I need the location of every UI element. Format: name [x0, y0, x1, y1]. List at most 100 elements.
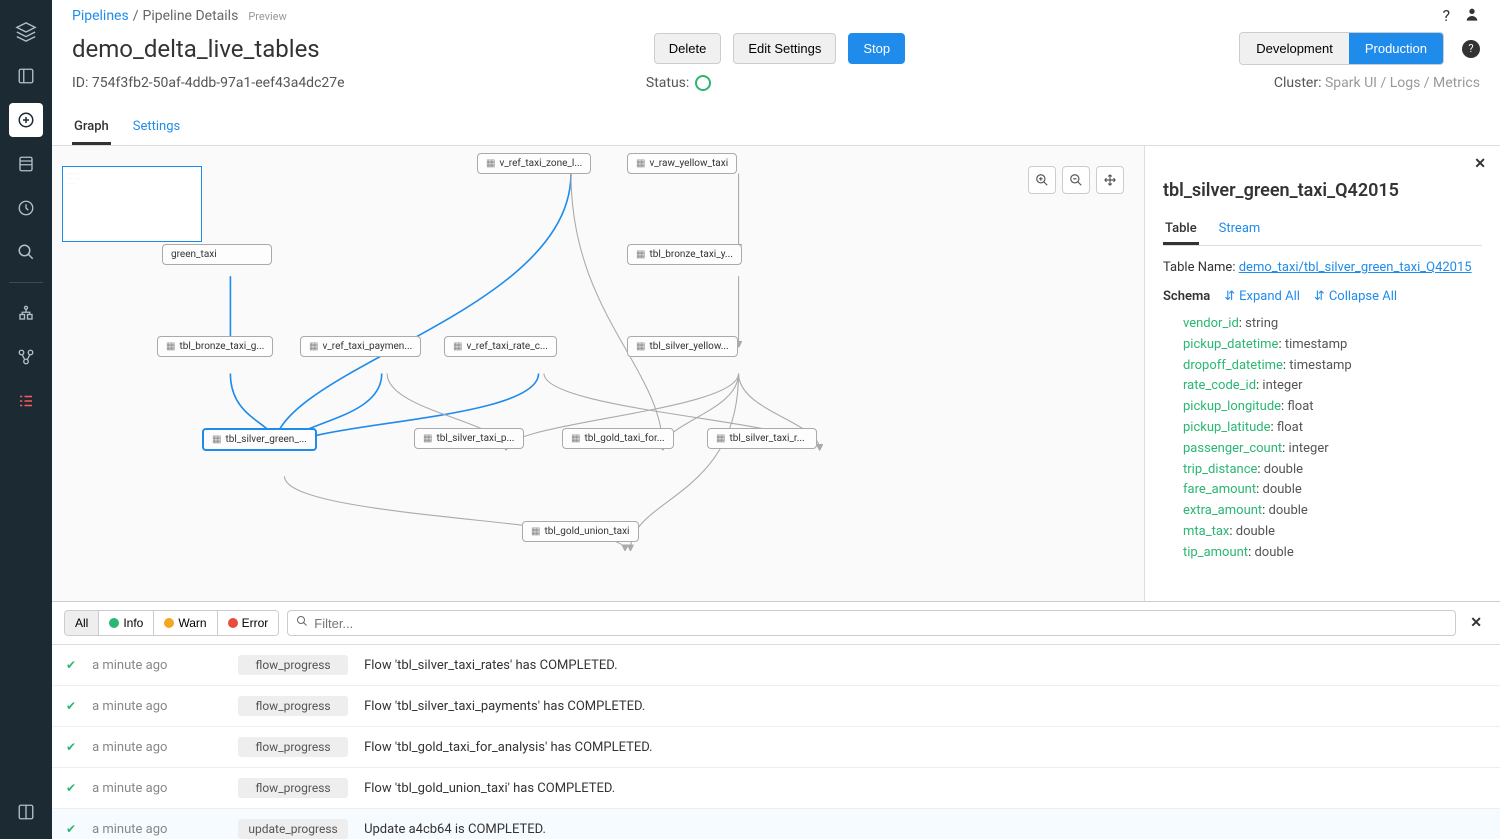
log-message: Flow 'tbl_silver_taxi_rates' has COMPLET…: [364, 658, 618, 673]
schema-column[interactable]: rate_code_id: integer: [1183, 376, 1482, 397]
log-row[interactable]: ✔a minute agoupdate_progressUpdate a4cb6…: [52, 809, 1500, 839]
fit-button[interactable]: [1096, 166, 1124, 194]
node-ref-payment[interactable]: ▦v_ref_taxi_paymen...: [300, 336, 421, 357]
page-title: demo_delta_live_tables: [72, 35, 320, 63]
details-title: tbl_silver_green_taxi_Q42015: [1163, 180, 1482, 201]
dev-mode-button[interactable]: Development: [1240, 33, 1349, 64]
help-icon[interactable]: ?: [1442, 6, 1450, 26]
node-silver-green[interactable]: ▦tbl_silver_green_...: [202, 428, 317, 451]
status: Status:: [646, 75, 711, 91]
log-time: a minute ago: [92, 658, 222, 673]
collapse-all-button[interactable]: ⇵ Collapse All: [1314, 289, 1397, 304]
schema-column[interactable]: fare_amount: double: [1183, 480, 1482, 501]
log-message: Update a4cb64 is COMPLETED.: [364, 822, 546, 837]
sidebar-item-2[interactable]: [9, 147, 43, 181]
schema-list: vendor_id: stringpickup_datetime: timest…: [1163, 314, 1482, 564]
node-ref-rate[interactable]: ▦v_ref_taxi_rate_c...: [444, 336, 557, 357]
log-time: a minute ago: [92, 740, 222, 755]
zoom-in-button[interactable]: [1028, 166, 1056, 194]
log-row[interactable]: ✔a minute agoflow_progressFlow 'tbl_gold…: [52, 727, 1500, 768]
pipeline-id: ID: 754f3fb2-50af-4ddb-97a1-eef43a4dc27e: [72, 75, 345, 91]
node-silver-taxi-r[interactable]: ▦tbl_silver_taxi_r...: [707, 428, 817, 449]
close-logs-button[interactable]: ✕: [1464, 615, 1488, 631]
minimap[interactable]: · · · · · ·· · · · · · ·· · · · ·: [62, 166, 202, 242]
schema-label: Schema: [1163, 289, 1210, 304]
table-icon: ▦: [453, 341, 462, 352]
node-green-taxi[interactable]: green_taxi: [162, 244, 272, 265]
node-gold-taxi-for[interactable]: ▦tbl_gold_taxi_for...: [562, 428, 674, 449]
table-icon: ▦: [309, 341, 318, 352]
filter-info[interactable]: Info: [99, 611, 154, 635]
breadcrumb-current: Pipeline Details: [143, 8, 239, 24]
tab-graph[interactable]: Graph: [72, 111, 111, 145]
warn-dot-icon: [164, 618, 174, 628]
log-row[interactable]: ✔a minute agoflow_progressFlow 'tbl_gold…: [52, 768, 1500, 809]
schema-column[interactable]: pickup_longitude: float: [1183, 397, 1482, 418]
tab-settings[interactable]: Settings: [131, 111, 182, 145]
sidebar-item-4[interactable]: [9, 340, 43, 374]
edit-settings-button[interactable]: Edit Settings: [733, 33, 836, 64]
schema-column[interactable]: vendor_id: string: [1183, 314, 1482, 335]
filter-warn[interactable]: Warn: [154, 611, 217, 635]
schema-column[interactable]: pickup_latitude: float: [1183, 418, 1482, 439]
node-v-ref-taxi-zone[interactable]: ▦v_ref_taxi_zone_l...: [477, 153, 591, 174]
log-message: Flow 'tbl_gold_taxi_for_analysis' has CO…: [364, 740, 653, 755]
mode-toggle: Development Production: [1239, 32, 1444, 65]
prod-mode-button[interactable]: Production: [1349, 33, 1443, 64]
node-gold-union[interactable]: ▦tbl_gold_union_taxi: [522, 521, 639, 542]
sidebar-item-bottom[interactable]: [9, 795, 43, 829]
schema-column[interactable]: mta_tax: double: [1183, 522, 1482, 543]
sidebar-item-active[interactable]: [9, 384, 43, 418]
check-icon: ✔: [66, 699, 76, 713]
cluster-links: Cluster: Spark UI / Logs / Metrics: [1274, 75, 1480, 91]
filter-all[interactable]: All: [65, 611, 99, 635]
user-icon[interactable]: [1464, 6, 1480, 26]
check-icon: ✔: [66, 822, 76, 836]
breadcrumb-root[interactable]: Pipelines: [72, 8, 129, 24]
schema-column[interactable]: trip_distance: double: [1183, 460, 1482, 481]
log-type: flow_progress: [238, 737, 348, 757]
log-type: flow_progress: [238, 778, 348, 798]
info-dot-icon: [109, 618, 119, 628]
table-icon: ▦: [423, 433, 432, 444]
log-filter-input[interactable]: [314, 616, 1447, 631]
table-icon: ▦: [531, 526, 540, 537]
node-silver-taxi-p[interactable]: ▦tbl_silver_taxi_p...: [414, 428, 524, 449]
node-v-raw-yellow[interactable]: ▦v_raw_yellow_taxi: [627, 153, 737, 174]
sidebar-item-3[interactable]: [9, 296, 43, 330]
sidebar-item-recents[interactable]: [9, 191, 43, 225]
log-search[interactable]: [287, 610, 1456, 636]
table-icon: ▦: [571, 433, 580, 444]
schema-column[interactable]: pickup_datetime: timestamp: [1183, 335, 1482, 356]
log-panel: All Info Warn Error ✕ ✔a minute agoflow_…: [52, 601, 1500, 839]
schema-column[interactable]: extra_amount: double: [1183, 501, 1482, 522]
node-bronze-y[interactable]: ▦tbl_bronze_taxi_y...: [627, 244, 742, 265]
expand-all-button[interactable]: ⇵ Expand All: [1224, 289, 1300, 304]
graph-canvas[interactable]: · · · · · ·· · · · · · ·· · · · ·: [52, 146, 1145, 601]
log-row[interactable]: ✔a minute agoflow_progressFlow 'tbl_silv…: [52, 686, 1500, 727]
table-icon: ▦: [166, 341, 175, 352]
node-bronze-g[interactable]: ▦tbl_bronze_taxi_g...: [157, 336, 273, 357]
table-name-row: Table Name: demo_taxi/tbl_silver_green_t…: [1163, 260, 1482, 275]
table-name-link[interactable]: demo_taxi/tbl_silver_green_taxi_Q42015: [1239, 260, 1472, 275]
zoom-out-button[interactable]: [1062, 166, 1090, 194]
stop-button[interactable]: Stop: [848, 33, 905, 64]
sidebar-item-1[interactable]: [9, 59, 43, 93]
delete-button[interactable]: Delete: [654, 33, 722, 64]
schema-column[interactable]: dropoff_datetime: timestamp: [1183, 356, 1482, 377]
node-silver-yellow[interactable]: ▦tbl_silver_yellow...: [627, 336, 738, 357]
filter-error[interactable]: Error: [218, 611, 279, 635]
details-tab-table[interactable]: Table: [1163, 215, 1199, 245]
sidebar-item-search[interactable]: [9, 235, 43, 269]
table-icon: ▦: [636, 158, 645, 169]
logo-icon[interactable]: [9, 15, 43, 49]
log-type: flow_progress: [238, 696, 348, 716]
details-tab-stream[interactable]: Stream: [1217, 215, 1263, 245]
mode-help-icon[interactable]: ?: [1462, 40, 1480, 58]
table-icon: ▦: [716, 433, 725, 444]
schema-column[interactable]: tip_amount: double: [1183, 543, 1482, 564]
sidebar-item-create[interactable]: [9, 103, 43, 137]
log-row[interactable]: ✔a minute agoflow_progressFlow 'tbl_silv…: [52, 645, 1500, 686]
schema-column[interactable]: passenger_count: integer: [1183, 439, 1482, 460]
close-details-button[interactable]: ✕: [1474, 156, 1486, 172]
